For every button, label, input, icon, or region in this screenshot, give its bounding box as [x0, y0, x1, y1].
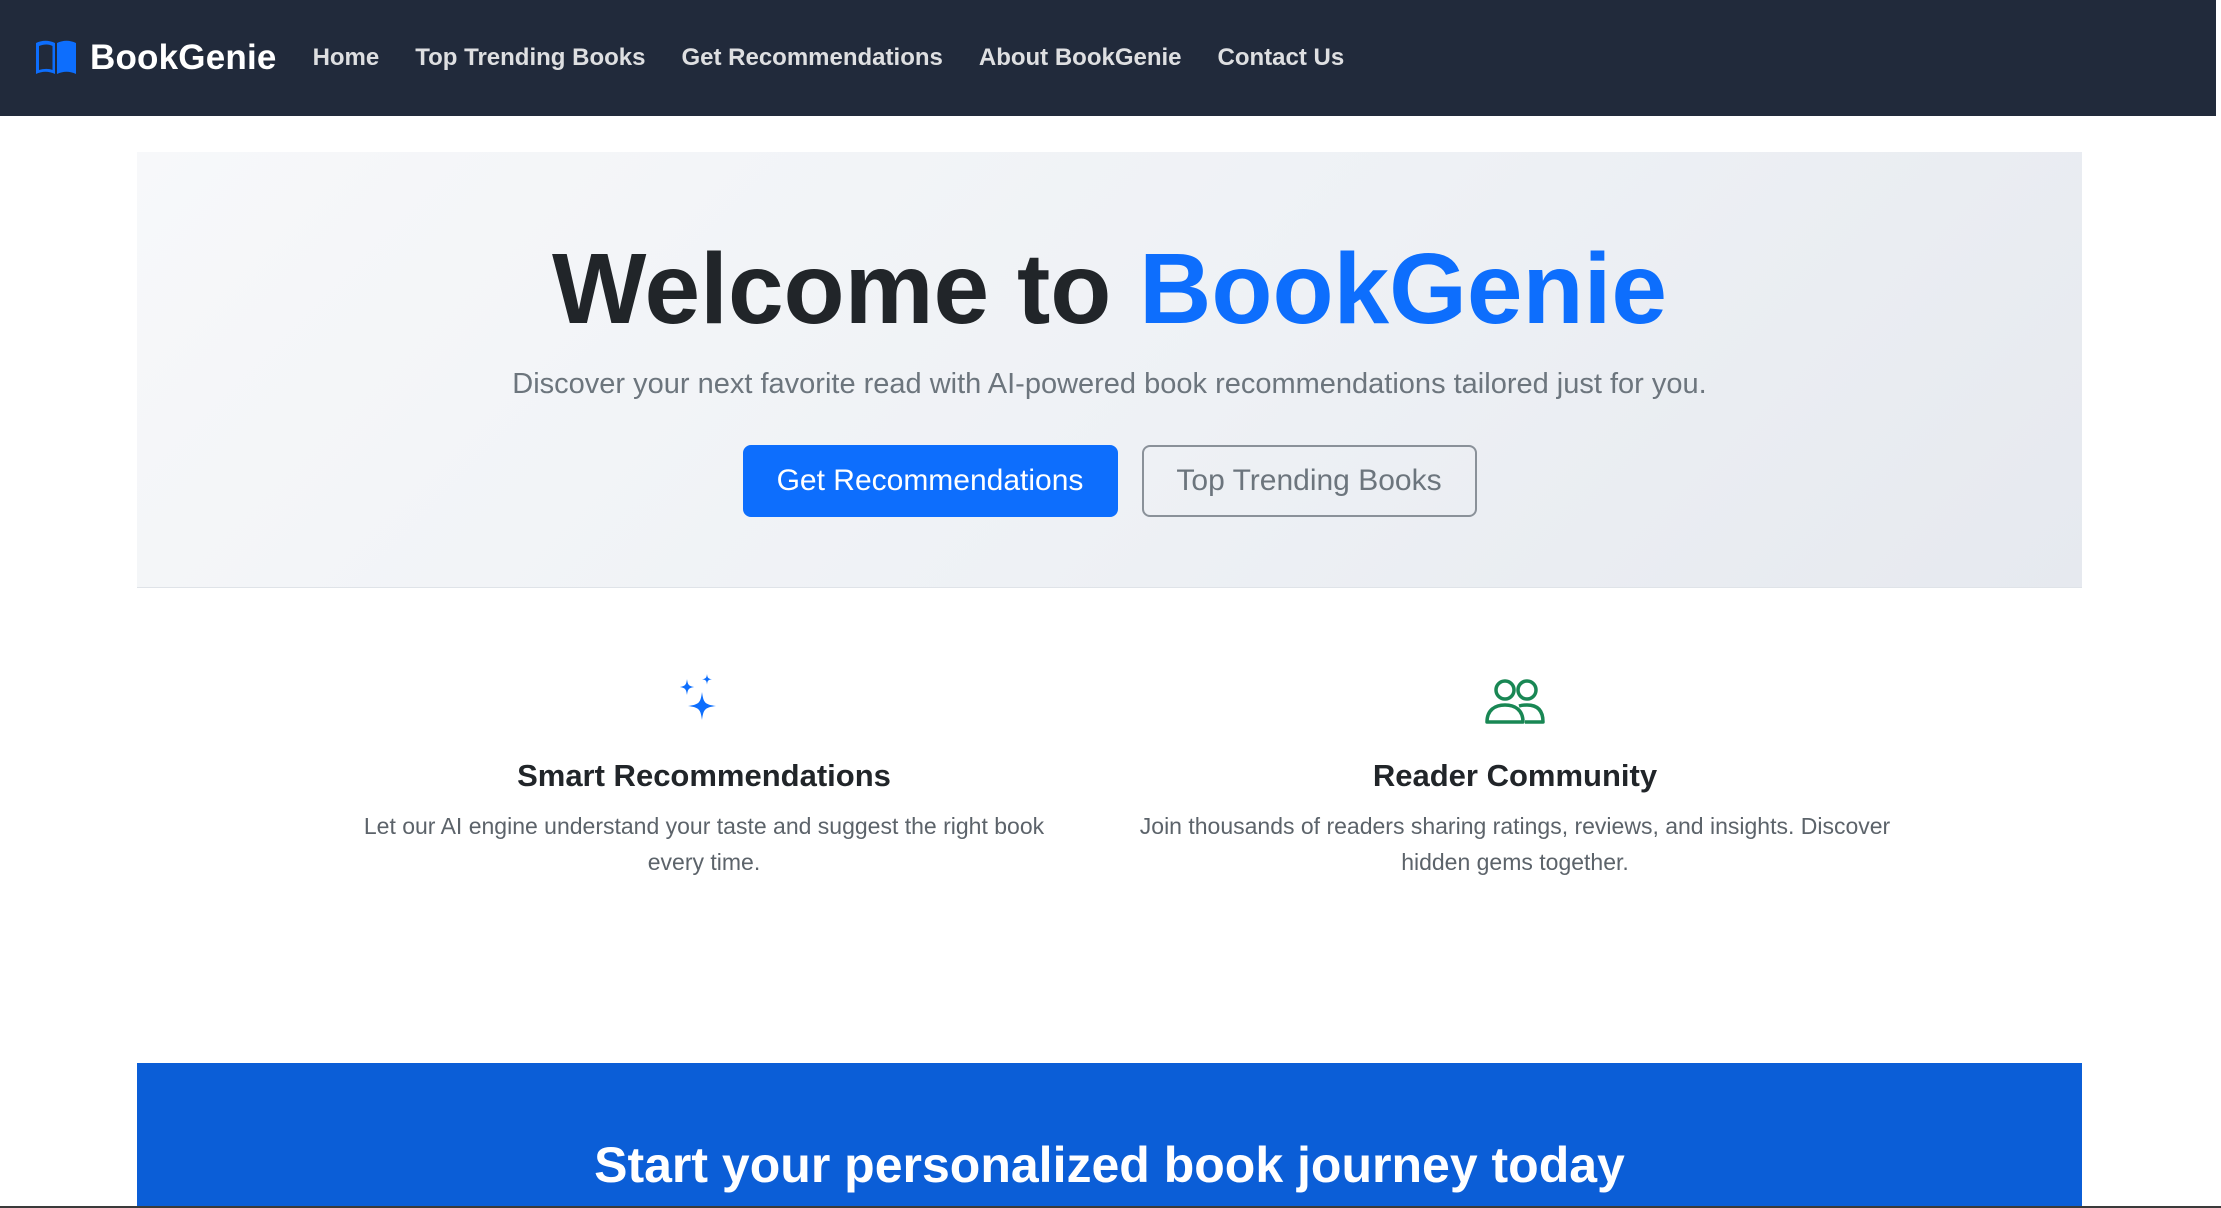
cta-title: Start your personalized book journey tod… [594, 1137, 1625, 1193]
feature-title: Smart Recommendations [517, 758, 891, 793]
nav-link-get-recommendations[interactable]: Get Recommendations [663, 44, 960, 72]
page: BookGenie Home Top Trending Books Get Re… [0, 0, 2221, 1208]
feature-title: Reader Community [1372, 758, 1658, 793]
feature-description: Join thousands of readers sharing rating… [1125, 808, 1905, 880]
feature-reader-community: Reader Community Join thousands of reade… [1125, 672, 1905, 880]
feature-description-line-2: every time. [647, 849, 761, 875]
hero-subtitle: Discover your next favorite read with AI… [512, 368, 1707, 400]
hero-section: Welcome to BookGenie Discover your next … [137, 152, 2082, 588]
hero-title-accent: BookGenie [1139, 233, 1668, 345]
feature-smart-recommendations: Smart Recommendations Let our AI engine … [330, 672, 1078, 880]
nav-link-about[interactable]: About BookGenie [961, 44, 1200, 72]
people-icon [1483, 672, 1547, 736]
nav-links: Home Top Trending Books Get Recommendati… [295, 44, 1363, 72]
feature-description: Let our AI engine understand your taste … [330, 808, 1078, 880]
nav-link-top-trending[interactable]: Top Trending Books [397, 44, 663, 72]
nav-link-contact[interactable]: Contact Us [1200, 44, 1363, 72]
brand-link[interactable]: BookGenie [34, 38, 277, 78]
get-recommendations-button[interactable]: Get Recommendations [742, 445, 1118, 517]
hero-title-prefix: Welcome to [551, 233, 1112, 345]
brand-name: BookGenie [90, 38, 277, 77]
cta-section: Start your personalized book journey tod… [137, 1063, 2082, 1208]
feature-description-line-2: hidden gems together. [1401, 849, 1629, 875]
hero-title: Welcome to BookGenie [137, 234, 2082, 344]
nav-link-home[interactable]: Home [295, 44, 398, 72]
top-navbar: BookGenie Home Top Trending Books Get Re… [0, 0, 2216, 116]
open-book-icon [34, 39, 78, 77]
hero-buttons: Get Recommendations Top Trending Books [137, 445, 2082, 517]
sparkles-icon [672, 672, 736, 736]
top-trending-books-button[interactable]: Top Trending Books [1141, 445, 1477, 517]
feature-description-line-1: Join thousands of readers sharing rating… [1139, 813, 1891, 839]
feature-description-line-1: Let our AI engine understand your taste … [363, 813, 1045, 839]
scrollbar-track[interactable] [2216, 0, 2221, 1208]
